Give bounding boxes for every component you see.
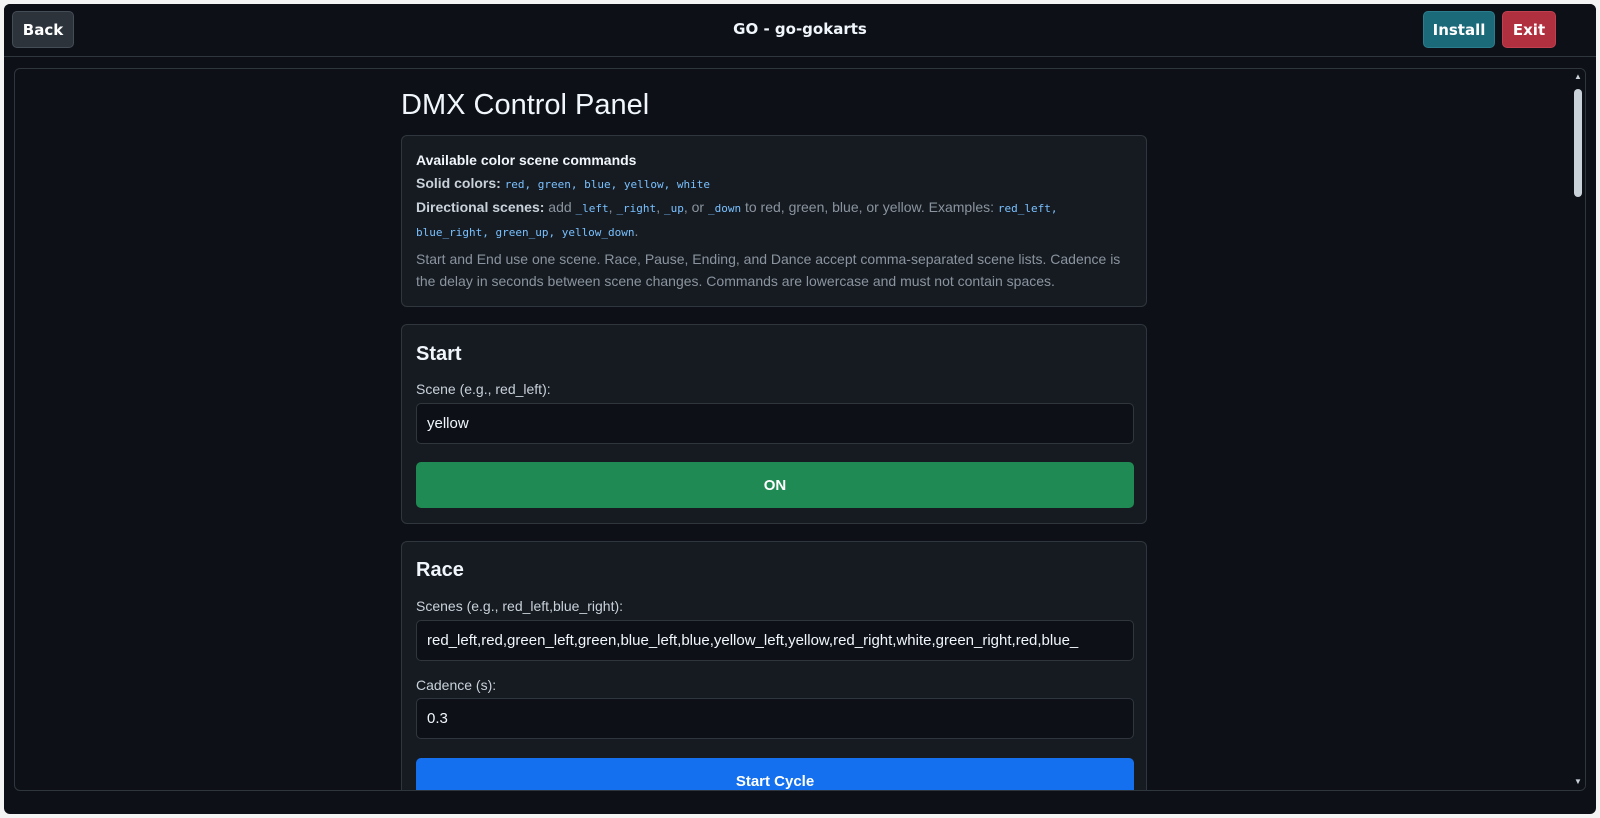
directional-add-text: add: [548, 199, 572, 215]
or-text: , or: [683, 199, 705, 215]
suffix-down-code: _down: [707, 202, 742, 215]
top-bar: Back GO - go-gokarts Install Exit: [4, 4, 1596, 57]
race-card: Race Scenes (e.g., red_left,blue_right):…: [401, 541, 1147, 790]
on-button[interactable]: ON: [416, 462, 1134, 508]
scrollbar-thumb[interactable]: [1574, 89, 1582, 197]
info-title: Available color scene commands: [416, 152, 637, 168]
start-cycle-button[interactable]: Start Cycle: [416, 758, 1134, 790]
app-window: Back GO - go-gokarts Install Exit DMX Co…: [4, 4, 1596, 814]
comma-text: ,: [608, 199, 613, 215]
scroll-down-arrow-icon[interactable]: ▼: [1571, 776, 1585, 788]
directional-label: Directional scenes:: [416, 199, 545, 215]
solid-colors-line: Solid colors: red, green, blue, yellow, …: [416, 172, 1132, 196]
vertical-scrollbar[interactable]: ▲ ▼: [1571, 69, 1585, 790]
solid-colors-label: Solid colors:: [416, 175, 501, 191]
solid-colors-codes: red, green, blue, yellow, white: [504, 178, 710, 191]
content-frame: DMX Control Panel Available color scene …: [14, 68, 1586, 791]
start-scene-input[interactable]: yellow: [416, 403, 1134, 444]
directional-line: Directional scenes: add _left, _right, _…: [416, 196, 1132, 220]
page-title: DMX Control Panel: [401, 89, 650, 121]
scroll-up-arrow-icon[interactable]: ▲: [1571, 71, 1585, 83]
info-paragraph: Start and End use one scene. Race, Pause…: [416, 251, 1121, 289]
race-scenes-input[interactable]: red_left,red,green_left,green,blue_left,…: [416, 620, 1134, 661]
app-title: GO - go-gokarts: [733, 20, 867, 38]
suffix-right-code: _right: [616, 202, 657, 215]
start-heading: Start: [416, 343, 462, 365]
examples-line: blue_right, green_up, yellow_down.: [416, 220, 1132, 244]
suffix-left-code: _left: [575, 202, 609, 215]
exit-button[interactable]: Exit: [1502, 11, 1556, 48]
examples-code: blue_right, green_up, yellow_down: [416, 226, 635, 239]
cadence-input[interactable]: 0.3: [416, 698, 1134, 739]
race-heading: Race: [416, 559, 464, 581]
cadence-label: Cadence (s):: [416, 677, 497, 693]
period-text: .: [634, 223, 639, 239]
install-button[interactable]: Install: [1423, 11, 1495, 48]
scene-label: Scene (e.g., red_left):: [416, 381, 551, 397]
suffix-up-code: _up: [663, 202, 684, 215]
comma-text: ,: [656, 199, 661, 215]
directional-rest-text: to red, green, blue, or yellow. Examples…: [744, 199, 995, 215]
start-card: Start Scene (e.g., red_left): yellow ON: [401, 324, 1147, 524]
race-scenes-label: Scenes (e.g., red_left,blue_right):: [416, 598, 624, 614]
info-card: Available color scene commands Solid col…: [401, 135, 1147, 307]
example-code: red_left,: [997, 202, 1058, 215]
